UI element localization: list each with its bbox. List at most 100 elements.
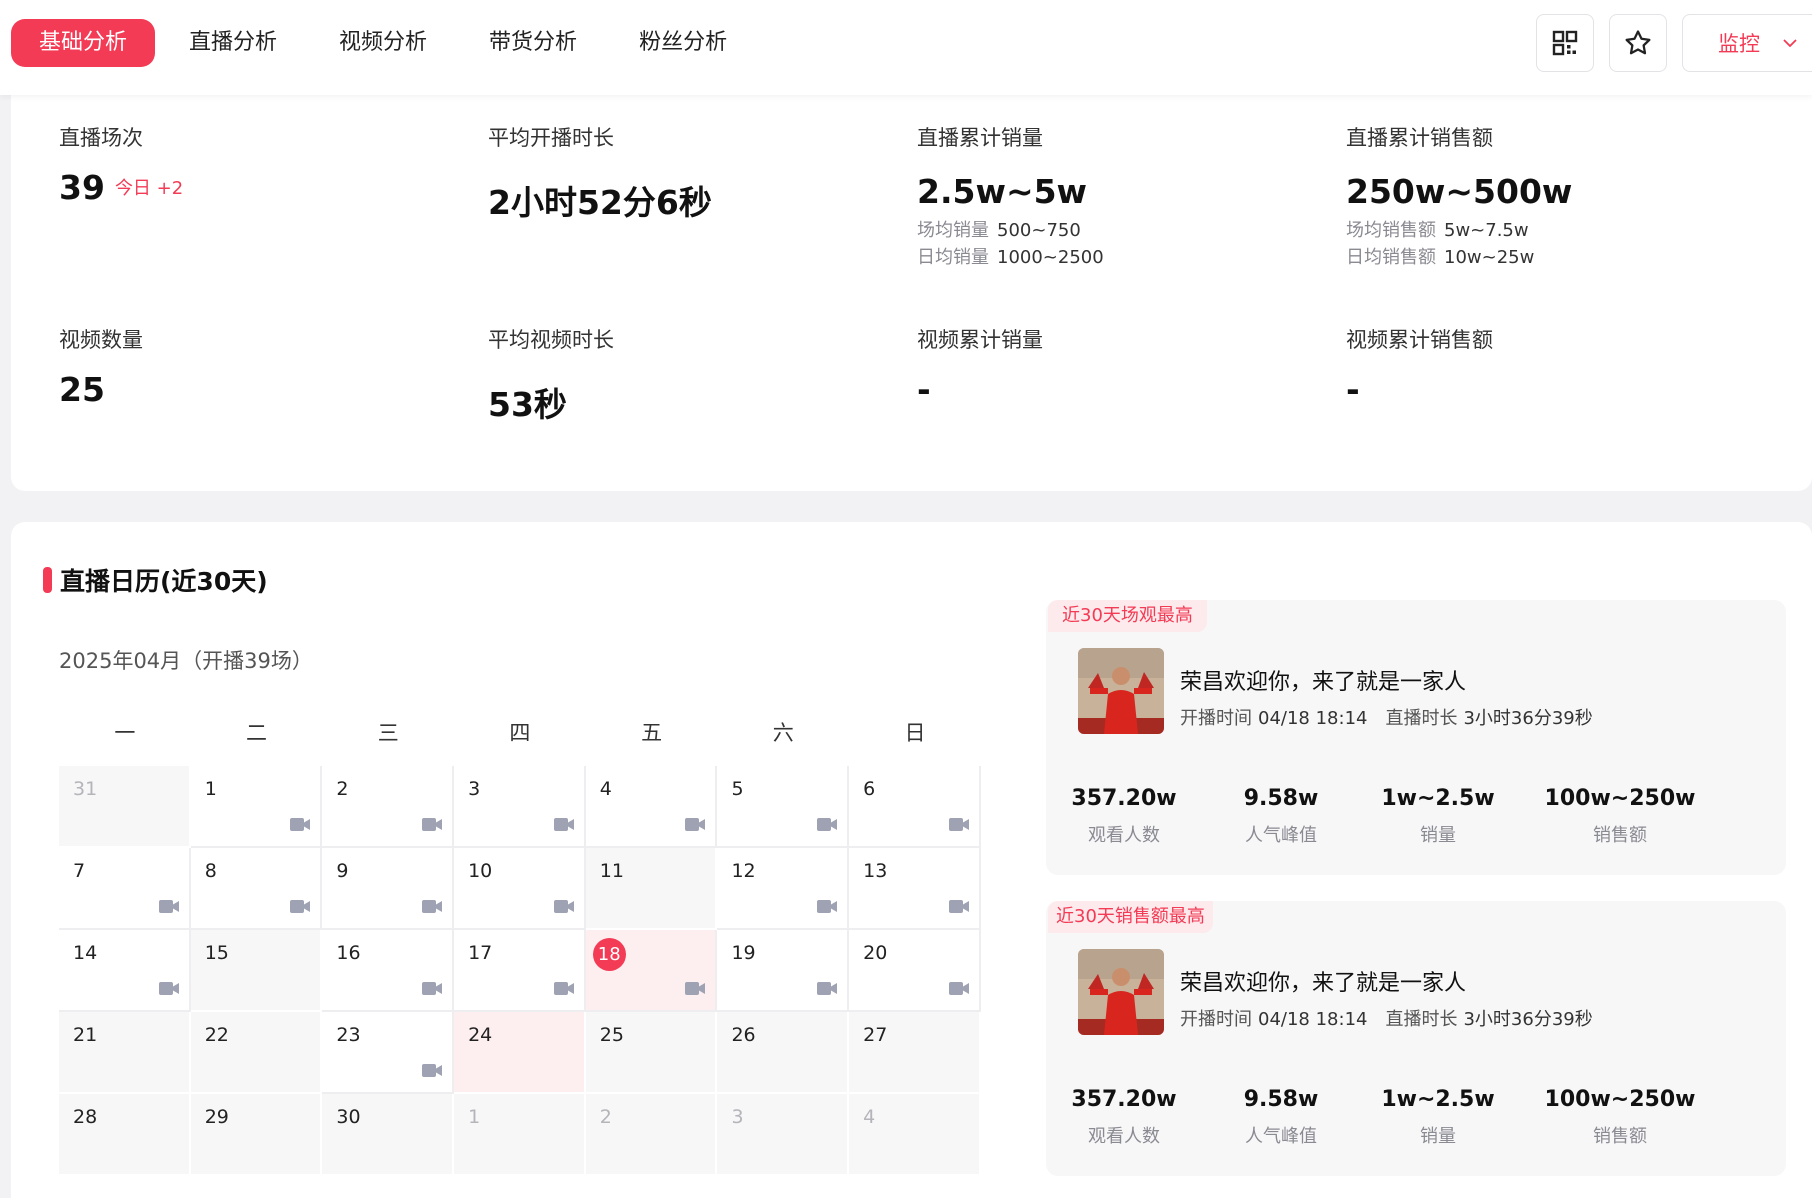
day-number: 10 xyxy=(468,860,493,882)
metric-label: 观看人数 xyxy=(1087,1126,1160,1147)
live-camera-icon xyxy=(817,981,838,1000)
day-number: 31 xyxy=(73,778,98,800)
calendar-day-cell[interactable]: 12 xyxy=(717,848,850,930)
calendar-day-cell[interactable]: 7 xyxy=(59,848,191,930)
calendar-day-cell[interactable]: 21 xyxy=(59,1012,191,1094)
favorite-button[interactable] xyxy=(1609,14,1667,72)
calendar-day-cell[interactable]: 23 xyxy=(322,1012,455,1094)
calendar-day-cell[interactable]: 14 xyxy=(59,930,191,1012)
stat-value: 2.5w~5w xyxy=(917,172,1088,211)
qr-code-button[interactable] xyxy=(1536,14,1594,72)
metric-value: 100w~250w xyxy=(1544,1087,1696,1112)
calendar-day-cell[interactable]: 31 xyxy=(59,766,191,848)
calendar-day-cell[interactable]: 13 xyxy=(849,848,981,930)
tab-sales-analysis[interactable]: 带货分析 xyxy=(461,19,605,67)
day-number: 15 xyxy=(204,942,229,964)
calendar-day-cell[interactable]: 25 xyxy=(585,1012,718,1094)
stat-video-sales-volume: 视频累计销量 - xyxy=(917,324,1043,409)
live-camera-icon xyxy=(422,1063,443,1082)
live-meta: 开播时间 04/18 18:14 直播时长 3小时36分39秒 xyxy=(1180,704,1593,730)
live-thumbnail[interactable] xyxy=(1078,949,1164,1035)
calendar-week-row: 7 8 9 10 11 12 13 xyxy=(59,848,981,930)
calendar-day-cell[interactable]: 15 xyxy=(190,930,323,1012)
top-views-card[interactable]: 近30天场观最高 荣昌欢迎你，来了就是一家人 开播时间 04/18 18:14 直播… xyxy=(1046,600,1786,875)
calendar-day-cell[interactable]: 1 xyxy=(454,1094,586,1176)
calendar-day-cell[interactable]: 18 xyxy=(585,930,718,1012)
tab-fans-analysis[interactable]: 粉丝分析 xyxy=(611,19,755,67)
day-number: 29 xyxy=(204,1106,229,1128)
calendar-day-cell[interactable]: 20 xyxy=(849,930,981,1012)
calendar-day-cell[interactable]: 6 xyxy=(849,766,981,848)
calendar-day-cell[interactable]: 17 xyxy=(454,930,586,1012)
calendar-day-cell[interactable]: 24 xyxy=(454,1012,586,1094)
calendar-day-cell[interactable]: 9 xyxy=(322,848,455,930)
today-delta: 今日 +2 xyxy=(115,178,183,199)
month-label: 2025年04月（开播39场） xyxy=(59,649,313,673)
day-number: 24 xyxy=(468,1024,493,1046)
stat-label: 视频数量 xyxy=(59,328,143,352)
metric-value: 9.58w xyxy=(1243,786,1319,811)
calendar-day-cell[interactable]: 29 xyxy=(190,1094,323,1176)
calendar-day-cell[interactable]: 27 xyxy=(849,1012,981,1094)
calendar-day-cell[interactable]: 1 xyxy=(190,766,323,848)
calendar-day-cell[interactable]: 5 xyxy=(717,766,850,848)
calendar-day-cell[interactable]: 2 xyxy=(322,766,455,848)
live-title[interactable]: 荣昌欢迎你，来了就是一家人 xyxy=(1180,965,1466,997)
day-number: 30 xyxy=(336,1106,361,1128)
monitor-dropdown[interactable]: 监控 xyxy=(1682,14,1812,72)
sub-value: 10w~25w xyxy=(1444,247,1535,268)
calendar-title: 直播日历(近30天) xyxy=(60,567,268,596)
today-value: +2 xyxy=(156,178,184,199)
calendar-day-cell[interactable]: 28 xyxy=(59,1094,191,1176)
stat-label: 视频累计销量 xyxy=(917,328,1043,352)
metric-label: 销量 xyxy=(1420,825,1456,846)
calendar-day-cell[interactable]: 3 xyxy=(454,766,586,848)
live-camera-icon xyxy=(422,981,443,1000)
day-number: 3 xyxy=(468,778,481,800)
tab-video-analysis[interactable]: 视频分析 xyxy=(311,19,455,67)
stat-live-sales-volume: 直播累计销量 2.5w~5w 场均销量 500~750 日均销量 1000~2500 xyxy=(917,122,1104,271)
stat-value: 53秒 xyxy=(488,385,567,424)
day-number: 20 xyxy=(863,942,888,964)
live-camera-icon xyxy=(948,817,969,836)
live-thumbnail[interactable] xyxy=(1078,648,1164,734)
weekday-label: 六 xyxy=(772,721,794,745)
day-number: 14 xyxy=(73,942,98,964)
live-metrics: 357.20w 观看人数 9.58w 人气峰值 1w~2.5w 销量 100w~250… xyxy=(1046,786,1786,856)
calendar-day-cell[interactable]: 11 xyxy=(585,848,718,930)
tab-basic-analysis[interactable]: 基础分析 xyxy=(11,19,156,67)
calendar-day-cell[interactable]: 4 xyxy=(849,1094,981,1176)
calendar-day-cell[interactable]: 26 xyxy=(717,1012,850,1094)
calendar-day-cell[interactable]: 10 xyxy=(454,848,586,930)
live-title[interactable]: 荣昌欢迎你，来了就是一家人 xyxy=(1180,664,1466,696)
duration-value: 3小时36分39秒 xyxy=(1463,708,1593,729)
live-camera-icon xyxy=(158,981,179,1000)
day-number: 17 xyxy=(468,942,493,964)
metric-label: 观看人数 xyxy=(1087,825,1160,846)
top-views-tag: 近30天场观最高 xyxy=(1048,600,1207,632)
weekday-label: 一 xyxy=(114,721,136,745)
calendar-day-cell[interactable]: 22 xyxy=(190,1012,323,1094)
calendar-day-cell[interactable]: 8 xyxy=(190,848,323,930)
metric-label: 人气峰值 xyxy=(1244,825,1317,846)
weekday-header: 一二三四五六日 xyxy=(59,717,981,747)
live-meta: 开播时间 04/18 18:14 直播时长 3小时36分39秒 xyxy=(1180,1005,1593,1031)
tab-live-analysis[interactable]: 直播分析 xyxy=(161,19,305,67)
calendar-day-cell[interactable]: 16 xyxy=(322,930,455,1012)
calendar-day-cell[interactable]: 30 xyxy=(322,1094,455,1176)
stat-label: 直播累计销量 xyxy=(917,126,1043,150)
top-sales-card[interactable]: 近30天销售额最高 荣昌欢迎你，来了就是一家人 开播时间 04/18 18:14 直… xyxy=(1046,901,1786,1176)
calendar-day-cell[interactable]: 2 xyxy=(585,1094,718,1176)
day-number: 2 xyxy=(599,1106,612,1128)
live-camera-icon xyxy=(948,981,969,1000)
calendar-day-cell[interactable]: 3 xyxy=(717,1094,850,1176)
top-sales-tag: 近30天销售额最高 xyxy=(1048,901,1213,933)
calendar-day-cell[interactable]: 19 xyxy=(717,930,850,1012)
metric-label: 销售额 xyxy=(1593,1126,1647,1147)
calendar-week-row: 31 1 2 3 4 5 6 xyxy=(59,766,981,848)
metric-peak: 9.58w 人气峰值 xyxy=(1244,786,1319,847)
calendar-day-cell[interactable]: 4 xyxy=(585,766,718,848)
title-accent-bar xyxy=(43,567,52,593)
live-camera-icon xyxy=(553,817,574,836)
calendar-week-row: 21 22 23 24 25 26 27 xyxy=(59,1012,981,1094)
